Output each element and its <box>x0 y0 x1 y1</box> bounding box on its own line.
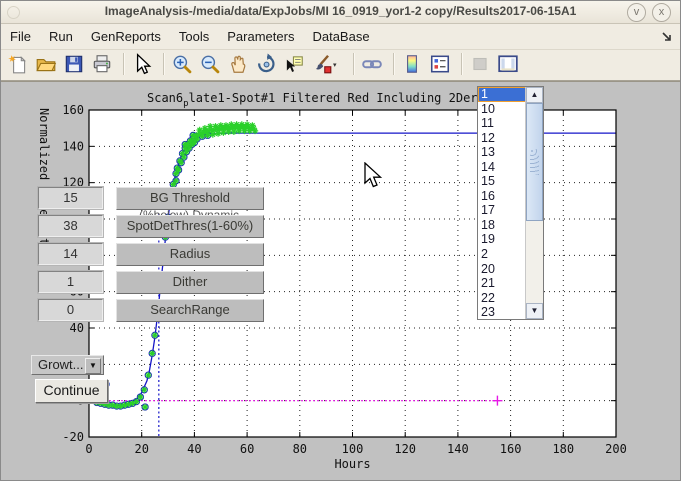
menu-item-parameters[interactable]: Parameters <box>218 24 303 44</box>
rotate-3d-icon[interactable] <box>255 53 277 75</box>
field-dither[interactable]: 1 <box>38 271 103 293</box>
continue-button[interactable]: Continue <box>35 379 108 403</box>
brush-icon[interactable] <box>311 53 333 75</box>
svg-text:140: 140 <box>62 139 84 153</box>
listbox-item-12[interactable]: 12 <box>478 131 526 146</box>
listbox-item-15[interactable]: 15 <box>478 174 526 189</box>
listbox-item-13[interactable]: 13 <box>478 145 526 160</box>
listbox-item-2[interactable]: 2 <box>478 247 526 262</box>
listbox-items: 110111213141516171819220212223 <box>478 87 526 320</box>
svg-text:-20: -20 <box>62 430 84 444</box>
button-spot-det-thres[interactable]: SpotDetThres(1-60%) <box>116 215 264 238</box>
button-bg-threshold[interactable]: BG Threshold <box>116 187 264 210</box>
toolbar-separator <box>393 53 395 75</box>
disabled-square-icon <box>469 53 491 75</box>
app-window: ImageAnalysis-/media/data/ExpJobs/MI 16_… <box>0 0 681 481</box>
svg-text:160: 160 <box>500 442 522 456</box>
svg-text:0: 0 <box>85 442 92 456</box>
listbox-item-11[interactable]: 11 <box>478 116 526 131</box>
brush-dropdown-caret-icon[interactable]: ▾ <box>333 61 337 69</box>
listbox-item-17[interactable]: 17 <box>478 203 526 218</box>
listbox-item-19[interactable]: 19 <box>478 232 526 247</box>
svg-text:180: 180 <box>552 442 574 456</box>
pan-hand-icon[interactable] <box>227 53 249 75</box>
toolbar: ▾ <box>1 50 680 81</box>
mouse-cursor-icon <box>364 162 384 192</box>
open-folder-icon[interactable] <box>35 53 57 75</box>
menu-item-database[interactable]: DataBase <box>303 24 378 44</box>
growth-model-dropdown[interactable]: Growt...▼ <box>31 355 104 375</box>
listbox-item-21[interactable]: 21 <box>478 276 526 291</box>
insert-legend-icon[interactable] <box>429 53 451 75</box>
menubar: FileRunGenReportsToolsParametersDataBase <box>1 24 680 50</box>
new-document-icon[interactable] <box>7 53 29 75</box>
dock-arrow-icon[interactable] <box>660 30 674 44</box>
listbox-scrollbar[interactable]: ▲ ▼ <box>525 87 543 319</box>
growth-plot[interactable]: 020406080100120140160180200-200204060801… <box>1 82 681 481</box>
svg-text:120: 120 <box>394 442 416 456</box>
zoom-in-icon[interactable] <box>171 53 193 75</box>
svg-text:160: 160 <box>62 103 84 117</box>
menu-item-file[interactable]: File <box>1 24 40 44</box>
figure-area: 020406080100120140160180200-200204060801… <box>1 81 681 481</box>
field-bg-threshold[interactable]: 15 <box>38 187 103 209</box>
button-radius[interactable]: Radius <box>116 243 264 266</box>
toolbar-separator <box>123 53 125 75</box>
menu-item-run[interactable]: Run <box>40 24 82 44</box>
listbox-item-14[interactable]: 14 <box>478 160 526 175</box>
plot-title: Scan6plate1-Spot#1 Filtered Red Includin… <box>147 91 514 109</box>
menu-item-genreports[interactable]: GenReports <box>82 24 170 44</box>
svg-text:40: 40 <box>70 321 84 335</box>
svg-text:200: 200 <box>605 442 627 456</box>
zoom-out-icon[interactable] <box>199 53 221 75</box>
spot-number-listbox[interactable]: 110111213141516171819220212223 ▲ ▼ <box>477 86 544 320</box>
listbox-item-20[interactable]: 20 <box>478 262 526 277</box>
data-cursor-icon[interactable] <box>283 53 305 75</box>
plottools-icon[interactable] <box>497 53 519 75</box>
svg-text:20: 20 <box>134 442 148 456</box>
colorbar-icon[interactable] <box>401 53 423 75</box>
svg-text:40: 40 <box>187 442 201 456</box>
toolbar-separator <box>353 53 355 75</box>
save-icon[interactable] <box>63 53 85 75</box>
toolbar-separator <box>461 53 463 75</box>
menu-item-tools[interactable]: Tools <box>170 24 218 44</box>
chevron-down-icon: ▼ <box>85 358 101 374</box>
toolbar-separator <box>163 53 165 75</box>
button-dither[interactable]: Dither <box>116 271 264 294</box>
scroll-grip <box>530 149 539 175</box>
field-radius[interactable]: 14 <box>38 243 103 265</box>
svg-text:140: 140 <box>447 442 469 456</box>
shade-button[interactable]: v <box>627 3 646 22</box>
listbox-item-16[interactable]: 16 <box>478 189 526 204</box>
svg-text:80: 80 <box>293 442 307 456</box>
scroll-up-icon[interactable]: ▲ <box>526 87 543 103</box>
print-icon[interactable] <box>91 53 113 75</box>
close-button[interactable]: x <box>652 3 671 22</box>
listbox-item-18[interactable]: 18 <box>478 218 526 233</box>
svg-text:100: 100 <box>342 442 364 456</box>
listbox-item-1[interactable]: 1 <box>478 87 526 102</box>
listbox-item-22[interactable]: 22 <box>478 291 526 306</box>
link-plots-icon[interactable] <box>361 53 383 75</box>
svg-text:Hours: Hours <box>334 457 370 471</box>
svg-text:60: 60 <box>240 442 254 456</box>
listbox-item-23[interactable]: 23 <box>478 305 526 320</box>
window-title: ImageAnalysis-/media/data/ExpJobs/MI 16_… <box>1 4 680 18</box>
button-search-range[interactable]: SearchRange <box>116 299 264 322</box>
field-search-range[interactable]: 0 <box>38 299 103 321</box>
pointer-icon[interactable] <box>131 53 153 75</box>
field-spot-det-thres[interactable]: 38 <box>38 215 103 237</box>
scroll-thumb[interactable] <box>526 103 543 221</box>
listbox-item-10[interactable]: 10 <box>478 102 526 117</box>
titlebar[interactable]: ImageAnalysis-/media/data/ExpJobs/MI 16_… <box>1 1 680 24</box>
scroll-down-icon[interactable]: ▼ <box>526 303 543 319</box>
